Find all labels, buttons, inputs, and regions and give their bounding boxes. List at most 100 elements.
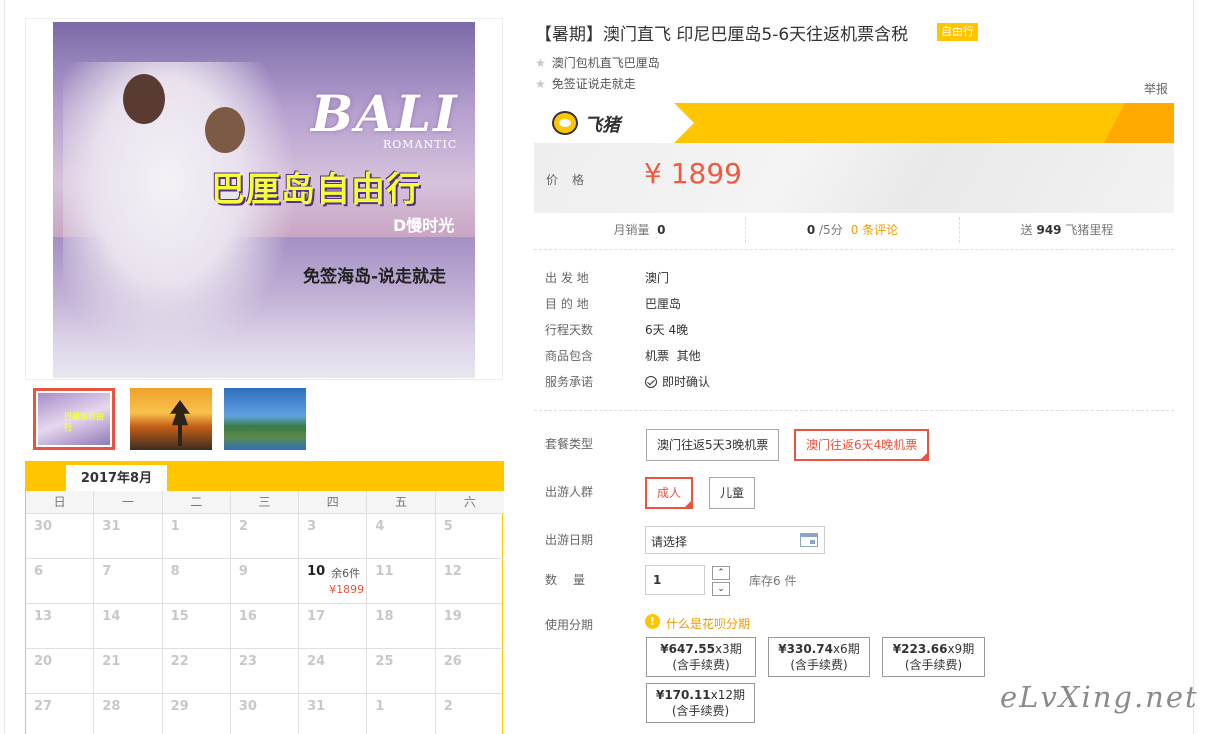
calendar-day-number: 9 <box>238 564 248 579</box>
installment-fee: (含手续费) <box>671 704 730 718</box>
installment-periods: x12期 <box>710 688 746 702</box>
installment-label: 使用分期 <box>545 618 594 632</box>
report-link[interactable]: 举报 <box>1144 80 1168 97</box>
installment-option-3[interactable]: ¥647.55x3期 (含手续费) <box>646 637 756 677</box>
star-icon: ★ <box>535 77 546 91</box>
monthly-sales-label: 月销量 <box>613 223 650 237</box>
pagoda-silhouette <box>170 400 190 446</box>
stats-row: 月销量 0 0 /5分 0 条评论 送 949 飞猪里程 <box>534 217 1174 243</box>
package-option-6d4n[interactable]: 澳门往返6天4晚机票 <box>794 429 930 461</box>
calendar-day-cell: 15 <box>162 604 231 649</box>
stock-text: 库存6 件 <box>749 574 797 588</box>
info-value-includes: 机票 其他 <box>645 349 701 363</box>
installment-amount: ¥647.55 <box>660 642 715 656</box>
calendar-day-cell: 1 <box>367 694 436 734</box>
mileage-suffix: 飞猪里程 <box>1065 223 1114 237</box>
calendar-day-number: 8 <box>170 564 180 579</box>
calendar-icon[interactable] <box>800 533 818 547</box>
calendar-day-cell: 29 <box>163 694 231 734</box>
mileage: 送 949 飞猪里程 <box>960 217 1174 243</box>
quantity-input[interactable]: 1 <box>645 565 705 595</box>
frame-right-border <box>1193 0 1194 734</box>
calendar-day-cell: 8 <box>162 559 231 604</box>
info-value-duration: 6天 4晚 <box>645 323 689 337</box>
installment-amount: ¥223.66 <box>892 642 948 656</box>
main-product-image[interactable]: BALI ROMANTIC 巴厘岛自由行 D慢时光 免签海岛-说走就走 <box>53 22 475 378</box>
thumbnail-sunset-pagoda[interactable] <box>130 388 212 450</box>
calendar-day-number: 7 <box>102 564 112 579</box>
calendar-day-cell[interactable]: 10 余6件 ¥1899 <box>299 559 368 604</box>
package-option-5d3n[interactable]: 澳门往返5天3晚机票 <box>646 429 780 461</box>
image-visa-text: 免签海岛-说走就走 <box>303 267 447 287</box>
travel-date-picker[interactable]: 请选择 <box>645 526 825 554</box>
check-circle-icon <box>645 376 657 388</box>
rating-suffix: /5分 <box>819 223 843 237</box>
price-calendar: 2017年8月 日一二三四五六 30 31 1 2 3 4 5 6 7 8 9 10 余6件 ¥1899 1… <box>25 461 504 734</box>
calendar-day-number: 25 <box>375 654 394 669</box>
calendar-day-number: 20 <box>34 654 53 669</box>
huabei-help-link[interactable]: 什么是花呗分期 <box>666 615 750 632</box>
traveler-option-child[interactable]: 儿童 <box>709 477 756 509</box>
calendar-day-cell: 12 <box>435 559 504 604</box>
main-image-frame: BALI ROMANTIC 巴厘岛自由行 D慢时光 免签海岛-说走就走 <box>25 18 503 380</box>
monthly-sales: 月销量 0 <box>534 217 746 243</box>
thumbnail-strip: 巴厘岛自由行 <box>25 380 503 460</box>
calendar-day-cell: 28 <box>94 694 163 734</box>
mileage-prefix: 送 <box>1020 223 1033 237</box>
thumbnail-coast-temple[interactable] <box>224 388 306 450</box>
calendar-day-number: 16 <box>238 609 257 624</box>
installment-fee: (含手续费) <box>672 658 730 672</box>
calendar-day-number: 6 <box>34 564 44 579</box>
calendar-day-cell: 21 <box>94 649 163 694</box>
traveler-option-adult[interactable]: 成人 <box>645 477 694 509</box>
thumbnail-couple[interactable]: 巴厘岛自由行 <box>33 388 115 450</box>
couple-figure <box>63 62 293 362</box>
calendar-day-number: 26 <box>443 654 462 669</box>
package-label: 套餐类型 <box>545 437 594 451</box>
calendar-weekday: 五 <box>367 491 436 514</box>
image-title: BALI <box>311 84 459 143</box>
calendar-day-number: 30 <box>238 699 257 714</box>
calendar-day-cell: 7 <box>94 559 163 604</box>
info-value-destination: 巴厘岛 <box>645 297 682 311</box>
thumbnail-couple-image: 巴厘岛自由行 <box>38 393 110 445</box>
date-placeholder: 请选择 <box>651 535 688 549</box>
calendar-day-number: 1 <box>170 519 180 534</box>
installment-option-9[interactable]: ¥223.66x9期 (含手续费) <box>882 637 985 677</box>
reviews-link[interactable]: 0 条评论 <box>851 223 898 237</box>
installment-option-6[interactable]: ¥330.74x6期 (含手续费) <box>768 637 870 677</box>
rating: 0 /5分 0 条评论 <box>746 217 960 243</box>
feature-item: ★ 免签证说走就走 <box>535 75 636 92</box>
calendar-weekday: 一 <box>94 491 163 514</box>
calendar-day-cell: 22 <box>162 649 231 694</box>
calendar-day-cell: 20 <box>26 649 95 694</box>
brand-bar-accent <box>1104 103 1174 143</box>
frame-left-border <box>4 0 5 734</box>
installment-periods: x9期 <box>947 642 975 656</box>
calendar-month-tab[interactable]: 2017年8月 <box>66 465 167 491</box>
calendar-header: 2017年8月 <box>26 461 504 491</box>
installment-fee: (含手续费) <box>904 658 963 672</box>
brand-bar: 飞猪 <box>534 103 1174 143</box>
product-title: 【暑期】澳门直飞 印尼巴厘岛5-6天往返机票含税 <box>535 25 909 45</box>
calendar-day-number: 5 <box>443 519 453 534</box>
installment-option-12[interactable]: ¥170.11x12期 (含手续费) <box>646 683 755 723</box>
quantity-decrease-button[interactable]: ⌄ <box>712 582 730 596</box>
calendar-day-cell: 9 <box>230 559 300 604</box>
calendar-day-number: 13 <box>34 609 53 624</box>
brand-logo-area: 飞猪 <box>534 103 694 143</box>
rating-value: 0 <box>806 223 816 237</box>
calendar-day-cell: 14 <box>94 604 163 649</box>
calendar-day-number: 3 <box>307 519 317 534</box>
quantity-increase-button[interactable]: ⌃ <box>712 566 730 580</box>
calendar-day-cell: 27 <box>26 694 95 734</box>
calendar-day-cell: 13 <box>26 604 95 649</box>
feature-text: 免签证说走就走 <box>551 77 636 91</box>
installment-periods: x3期 <box>714 642 742 656</box>
feature-item: ★ 澳门包机直飞巴厘岛 <box>535 54 660 71</box>
date-label: 出游日期 <box>545 533 594 547</box>
calendar-day-cell: 6 <box>26 559 95 604</box>
info-value-departure: 澳门 <box>645 271 670 285</box>
calendar-day-cell: 1 <box>162 514 231 559</box>
calendar-day-cell: 5 <box>435 514 504 559</box>
